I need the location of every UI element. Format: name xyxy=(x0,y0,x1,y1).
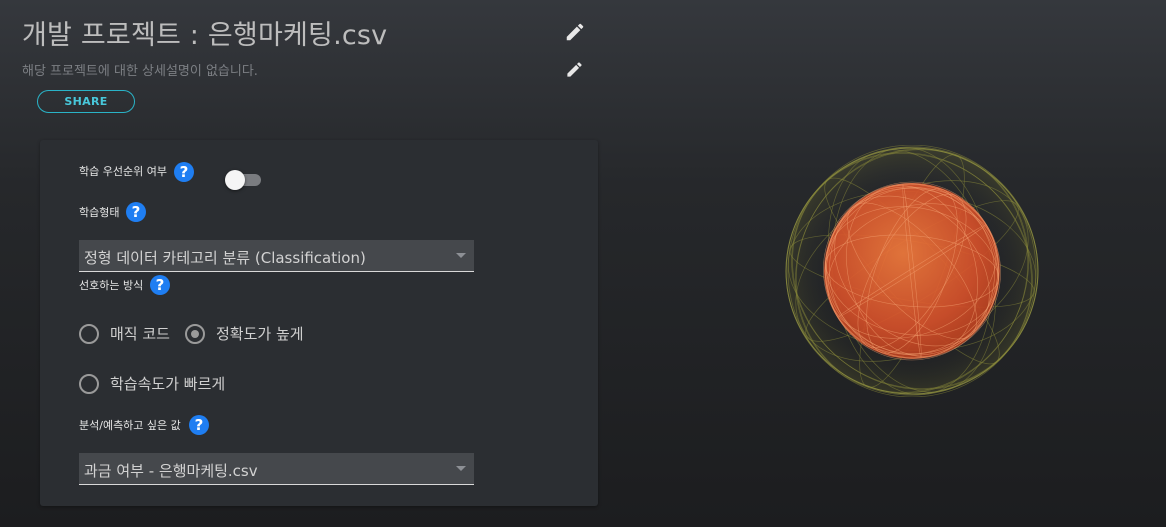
target-value: 과금 여부 - 은행마케팅.csv xyxy=(84,462,258,480)
priority-label: 학습 우선순위 여부 xyxy=(79,165,167,178)
radio-label: 매직 코드 xyxy=(110,325,170,343)
target-value-select[interactable]: 과금 여부 - 은행마케팅.csv xyxy=(79,453,474,485)
learning-type-help-icon[interactable]: ? xyxy=(126,202,146,222)
radio-circle xyxy=(79,373,99,394)
preferred-method-help-icon[interactable]: ? xyxy=(150,275,170,295)
target-value-help-icon[interactable]: ? xyxy=(189,415,209,435)
project-page: 개발 프로젝트 : 은행마케팅.csv 해당 프로젝트에 대한 상세설명이 없습… xyxy=(0,0,1166,527)
toggle-thumb xyxy=(225,170,245,190)
pencil-icon xyxy=(566,23,584,41)
radio-label: 학습속도가 빠르게 xyxy=(110,375,226,393)
radio-label: 정확도가 높게 xyxy=(216,325,304,343)
learning-type-value: 정형 데이터 카테고리 분류 (Classification) xyxy=(84,249,366,267)
page-title: 개발 프로젝트 : 은행마케팅.csv xyxy=(22,20,388,51)
edit-title-button[interactable] xyxy=(562,19,588,45)
radio-circle xyxy=(79,323,99,344)
learning-type-select[interactable]: 정형 데이터 카테고리 분류 (Classification) xyxy=(79,240,474,272)
wireframe-sphere-graphic xyxy=(785,145,1039,397)
pencil-icon xyxy=(566,61,582,77)
dropdown-arrow-icon xyxy=(456,466,466,471)
radio-fast-training[interactable]: 학습속도가 빠르게 xyxy=(79,373,225,394)
edit-description-button[interactable] xyxy=(561,56,587,82)
radio-circle-checked xyxy=(185,323,205,344)
training-settings-panel: 학습 우선순위 여부 ? 학습형태 ? 정형 데이터 카테고리 분류 (Clas… xyxy=(40,140,598,506)
project-description: 해당 프로젝트에 대한 상세설명이 없습니다. xyxy=(22,64,258,79)
priority-help-icon[interactable]: ? xyxy=(174,162,194,182)
target-value-label: 분석/예측하고 싶은 값 xyxy=(79,419,181,432)
priority-toggle[interactable] xyxy=(225,170,263,190)
radio-magic-code[interactable]: 매직 코드 xyxy=(79,323,170,344)
learning-type-label: 학습형태 xyxy=(79,206,120,219)
share-button[interactable]: SHARE xyxy=(37,90,135,113)
preferred-method-label: 선호하는 방식 xyxy=(79,279,144,292)
dropdown-arrow-icon xyxy=(456,253,466,258)
radio-high-accuracy[interactable]: 정확도가 높게 xyxy=(185,323,304,344)
